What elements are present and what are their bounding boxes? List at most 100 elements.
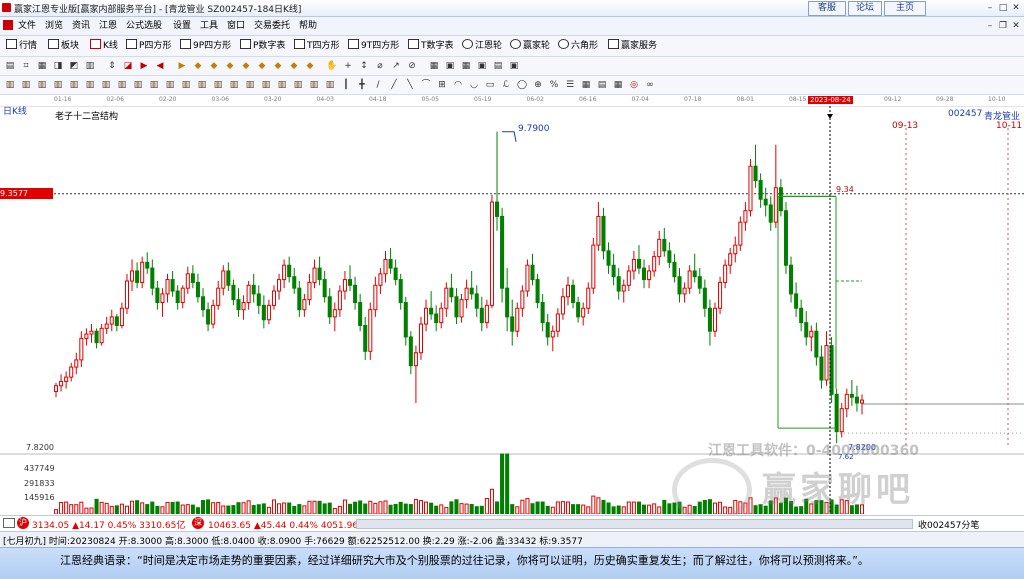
analysis-tool-icon[interactable]: ▥ [180, 79, 192, 91]
analysis-tool-icon[interactable]: ┃ [340, 79, 352, 91]
menu-help[interactable]: 帮助 [299, 19, 317, 33]
draw-tool-icon[interactable]: ◆ [208, 60, 220, 72]
analysis-tool-icon[interactable]: ▥ [68, 79, 80, 91]
analysis-tool-icon[interactable]: ▥ [132, 79, 144, 91]
analysis-tool-icon[interactable]: ▥ [36, 79, 48, 91]
draw-tool-icon[interactable]: ▣ [444, 60, 456, 72]
draw-tool-icon[interactable]: ◆ [192, 60, 204, 72]
draw-tool-icon[interactable]: ◩ [68, 60, 80, 72]
mdi-restore-icon[interactable]: ❐ [998, 21, 1008, 31]
draw-tool-icon[interactable]: ▶ [176, 60, 188, 72]
draw-tool-icon[interactable]: ◆ [272, 60, 284, 72]
app-menu-icon[interactable] [3, 20, 13, 30]
draw-tool-icon[interactable]: ⊘ [406, 60, 418, 72]
9p-square-button[interactable]: 9P四方形 [180, 39, 231, 53]
link-home[interactable]: 主页 [884, 1, 926, 16]
draw-tool-icon[interactable]: ↕ [358, 60, 370, 72]
analysis-tool-icon[interactable]: ▥ [260, 79, 272, 91]
analysis-tool-icon[interactable]: ▥ [52, 79, 64, 91]
draw-tool-icon[interactable]: ▦ [36, 60, 48, 72]
analysis-tool-icon[interactable]: ▤ [596, 79, 608, 91]
draw-tool-icon[interactable]: ⌀ [374, 60, 386, 72]
analysis-tool-icon[interactable]: ▥ [292, 79, 304, 91]
9t-square-button[interactable]: 9T四方形 [348, 39, 399, 53]
analysis-tool-icon[interactable]: ℒ [500, 79, 512, 91]
mdi-minimize-icon[interactable]: – [985, 21, 995, 31]
analysis-tool-icon[interactable]: / [372, 79, 384, 91]
maximize-icon[interactable]: □ [998, 3, 1008, 13]
menu-tools[interactable]: 工具 [200, 19, 218, 33]
menu-file[interactable]: 文件 [18, 19, 36, 33]
analysis-tool-icon[interactable]: ⊞ [436, 79, 448, 91]
analysis-tool-icon[interactable]: ▥ [308, 79, 320, 91]
draw-tool-icon[interactable]: ▥ [84, 60, 96, 72]
menu-trade[interactable]: 交易委托 [254, 19, 290, 33]
analysis-tool-icon[interactable]: ▥ [276, 79, 288, 91]
sector-button[interactable]: 板块 [48, 39, 79, 53]
draw-tool-icon[interactable]: ↗ [390, 60, 402, 72]
p-number-table-button[interactable]: P数字表 [240, 39, 285, 53]
draw-tool-icon[interactable]: ▣ [476, 60, 488, 72]
draw-tool-icon[interactable]: ▶ [138, 60, 150, 72]
minimize-icon[interactable]: – [985, 3, 995, 13]
analysis-tool-icon[interactable]: ◯ [516, 79, 528, 91]
analysis-tool-icon[interactable]: ╱ [388, 79, 400, 91]
analysis-tool-icon[interactable]: ▥ [164, 79, 176, 91]
t-number-table-button[interactable]: T数字表 [408, 39, 454, 53]
quotes-button[interactable]: 行情 [6, 39, 37, 53]
draw-tool-icon[interactable]: ▦ [460, 60, 472, 72]
draw-tool-icon[interactable]: ◆ [288, 60, 300, 72]
analysis-tool-icon[interactable]: ▥ [228, 79, 240, 91]
link-customer-service[interactable]: 客服 [808, 1, 846, 16]
analysis-tool-icon[interactable]: ▥ [20, 79, 32, 91]
analysis-tool-icon[interactable]: % [548, 79, 560, 91]
draw-tool-icon[interactable]: ◀ [154, 60, 166, 72]
horizontal-scrollbar[interactable] [356, 519, 913, 529]
analysis-tool-icon[interactable]: ▥ [148, 79, 160, 91]
grid-toggle-icon[interactable] [3, 518, 15, 528]
mdi-close-icon[interactable]: ✕ [1011, 21, 1021, 31]
menu-gann[interactable]: 江恩 [99, 19, 117, 33]
tick-detail-label[interactable]: 收002457分笔 [918, 518, 979, 531]
analysis-tool-icon[interactable]: ◡ [468, 79, 480, 91]
draw-tool-icon[interactable]: ◆ [256, 60, 268, 72]
draw-tool-icon[interactable]: ⇕ [106, 60, 118, 72]
menu-browse[interactable]: 浏览 [45, 19, 63, 33]
link-forum[interactable]: 论坛 [848, 1, 882, 16]
analysis-tool-icon[interactable]: ◎ [628, 79, 640, 91]
analysis-tool-icon[interactable]: ▥ [100, 79, 112, 91]
analysis-tool-icon[interactable]: ╋ [356, 79, 368, 91]
analysis-tool-icon[interactable]: ▦ [580, 79, 592, 91]
draw-tool-icon[interactable]: ▣ [508, 60, 520, 72]
draw-tool-icon[interactable]: ◆ [240, 60, 252, 72]
winner-service-button[interactable]: 赢家服务 [608, 39, 657, 53]
gann-wheel-button[interactable]: 江恩轮 [462, 39, 502, 53]
analysis-tool-icon[interactable]: ▭ [484, 79, 496, 91]
analysis-tool-icon[interactable]: ⊕ [532, 79, 544, 91]
draw-tool-icon[interactable]: ◪ [122, 60, 134, 72]
draw-tool-icon[interactable]: ◆ [224, 60, 236, 72]
sz-index-value[interactable]: 10463.65 ▲45.44 0.44% 4051.96亿 [208, 518, 367, 531]
winner-wheel-button[interactable]: 赢家轮 [510, 39, 550, 53]
t-square-button[interactable]: T四方形 [294, 39, 340, 53]
analysis-tool-icon[interactable]: ☰ [564, 79, 576, 91]
analysis-tool-icon[interactable]: ▥ [4, 79, 16, 91]
analysis-tool-icon[interactable]: ▥ [196, 79, 208, 91]
draw-tool-icon[interactable]: ◨ [52, 60, 64, 72]
menu-formula[interactable]: 公式选股 [126, 19, 162, 33]
draw-tool-icon[interactable]: ✋ [326, 60, 338, 72]
hexagon-button[interactable]: 六角形 [558, 39, 598, 53]
kline-chart[interactable]: 日K线 老子十二宫结构 002457 青龙管业 09-13 10-11 9.35… [0, 106, 1024, 522]
draw-tool-icon[interactable]: ⌗ [20, 60, 32, 72]
sh-index-value[interactable]: 3134.05 ▲14.17 0.45% 3310.65亿 [32, 518, 185, 531]
analysis-tool-icon[interactable]: ▥ [212, 79, 224, 91]
analysis-tool-icon[interactable]: ▥ [244, 79, 256, 91]
analysis-tool-icon[interactable]: ╲ [404, 79, 416, 91]
analysis-tool-icon[interactable]: ▥ [116, 79, 128, 91]
menu-settings[interactable]: 设置 [173, 19, 191, 33]
menu-window[interactable]: 窗口 [227, 19, 245, 33]
draw-tool-icon[interactable]: + [342, 60, 354, 72]
menu-info[interactable]: 资讯 [72, 19, 90, 33]
draw-tool-icon[interactable]: ▦ [428, 60, 440, 72]
analysis-tool-icon[interactable]: ∞ [644, 79, 656, 91]
